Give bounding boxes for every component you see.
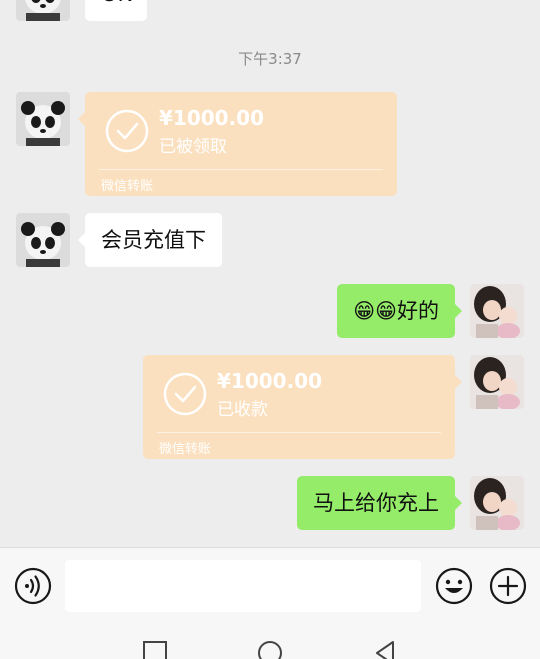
message-text: OK bbox=[101, 0, 131, 6]
message-bubble-incoming[interactable]: 会员充值下 bbox=[78, 213, 222, 267]
transfer-card-received[interactable]: ¥1000.00 已被领取 微信转账 bbox=[85, 92, 397, 196]
triangle-back-icon[interactable] bbox=[371, 639, 399, 659]
voice-icon[interactable] bbox=[14, 567, 52, 605]
message-input[interactable] bbox=[65, 560, 421, 612]
check-circle-icon bbox=[163, 372, 207, 416]
contact-avatar[interactable] bbox=[16, 0, 70, 21]
chat-area[interactable]: OK 下午3:37 ¥1000.00 已被领取 微信转账 会员充值下 😁😁好的 … bbox=[0, 0, 540, 547]
contact-avatar[interactable] bbox=[16, 213, 70, 267]
divider bbox=[99, 169, 383, 170]
message-timestamp: 下午3:37 bbox=[238, 50, 302, 68]
my-avatar[interactable] bbox=[470, 476, 524, 530]
message-bubble-outgoing[interactable]: 马上给你充上 bbox=[297, 476, 462, 530]
transfer-label: 微信转账 bbox=[159, 442, 212, 457]
transfer-card-sent[interactable]: ¥1000.00 已收款 微信转账 bbox=[143, 355, 455, 459]
message-text: 会员充值下 bbox=[101, 228, 206, 252]
my-avatar[interactable] bbox=[470, 284, 524, 338]
circle-icon[interactable] bbox=[256, 639, 284, 659]
transfer-amount: ¥1000.00 bbox=[159, 106, 265, 130]
message-text: 马上给你充上 bbox=[313, 491, 439, 515]
emoji-icon[interactable] bbox=[435, 567, 473, 605]
square-icon[interactable] bbox=[141, 639, 169, 659]
transfer-label: 微信转账 bbox=[101, 179, 154, 194]
transfer-amount: ¥1000.00 bbox=[217, 369, 323, 393]
bubble-tail bbox=[78, 112, 85, 126]
message-bubble-incoming[interactable]: OK bbox=[77, 0, 148, 21]
my-avatar[interactable] bbox=[470, 355, 524, 409]
system-nav-bar bbox=[0, 625, 540, 659]
check-circle-icon bbox=[105, 109, 149, 153]
input-bar bbox=[0, 547, 540, 625]
message-text: 😁😁好的 bbox=[353, 299, 439, 323]
plus-icon[interactable] bbox=[489, 567, 527, 605]
contact-avatar[interactable] bbox=[16, 92, 70, 146]
transfer-status: 已收款 bbox=[217, 400, 268, 420]
divider bbox=[157, 432, 441, 433]
transfer-status: 已被领取 bbox=[159, 137, 227, 157]
message-bubble-outgoing[interactable]: 😁😁好的 bbox=[337, 284, 462, 338]
bubble-tail bbox=[455, 375, 462, 389]
